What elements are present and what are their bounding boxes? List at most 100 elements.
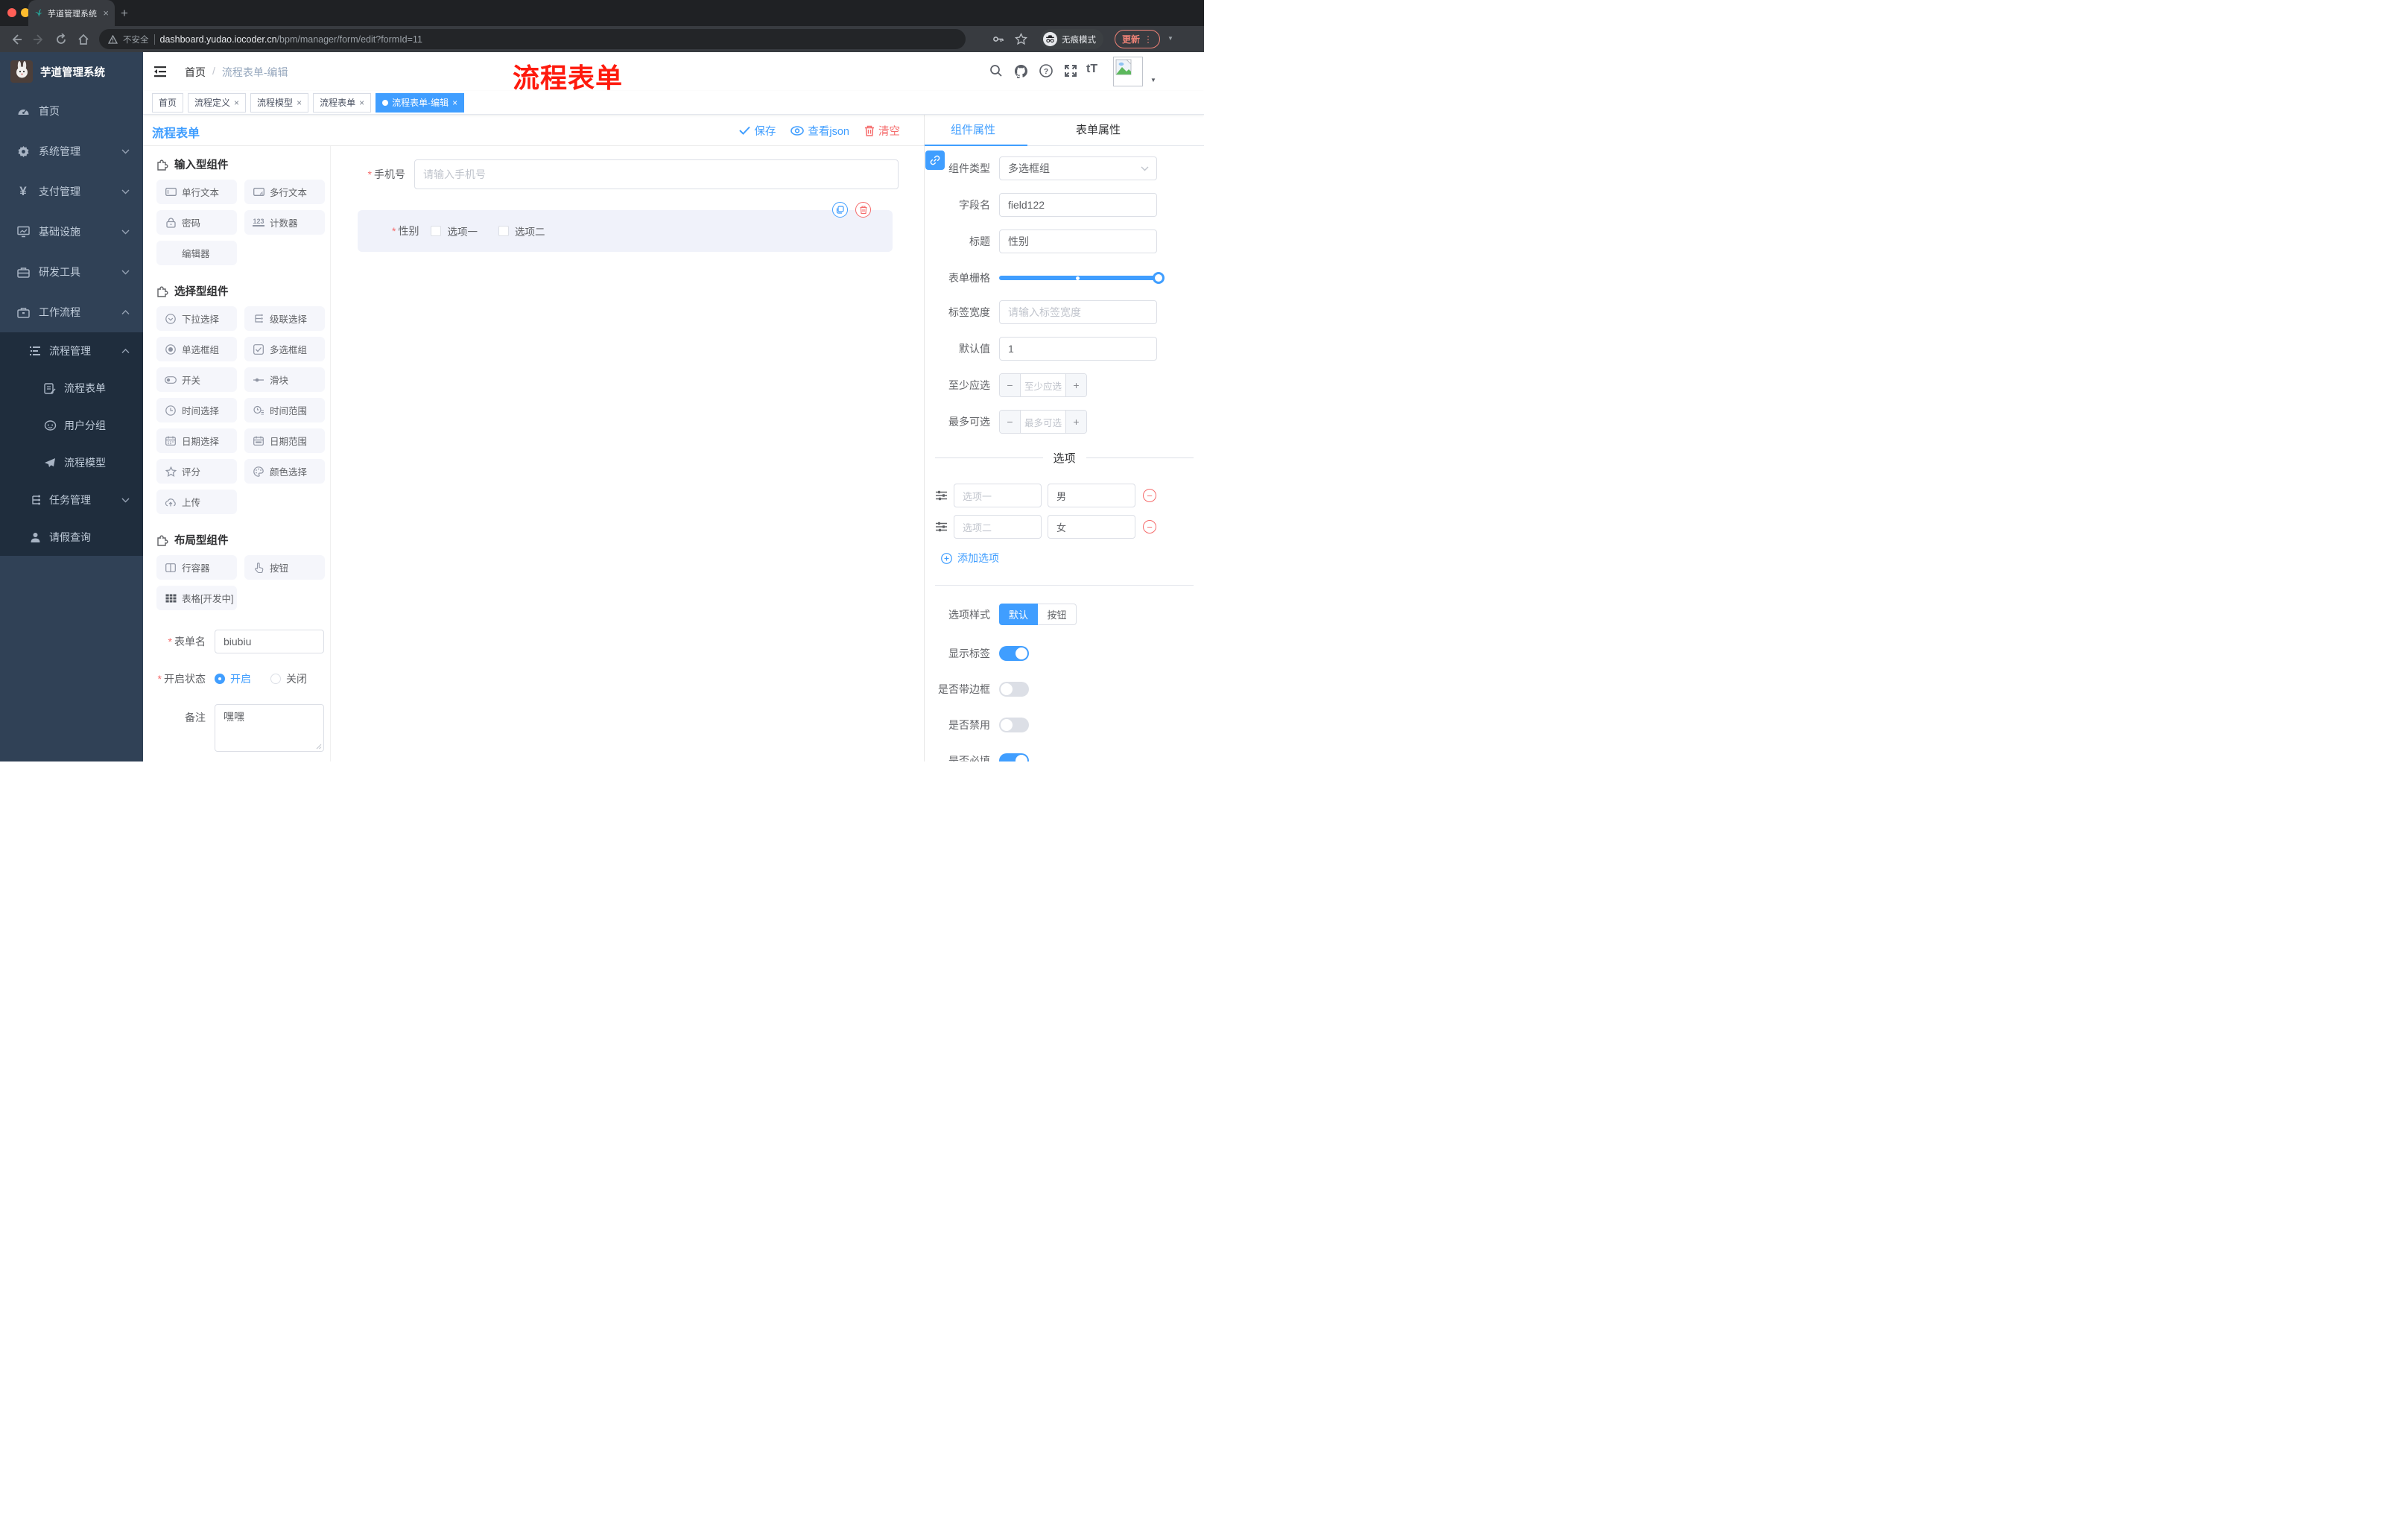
bookmark-star-icon[interactable] [1015,33,1027,45]
gender-option-2[interactable]: 选项二 [498,224,545,238]
password-key-icon[interactable] [992,34,1004,45]
address-bar[interactable]: 不安全 dashboard.yudao.iocoder.cn/bpm/manag… [99,29,966,49]
stepper-increase-button[interactable]: + [1066,374,1086,396]
palette-item-rate[interactable]: 评分 [156,459,237,484]
delete-field-button[interactable] [855,202,871,218]
option-name-input-1[interactable]: 选项一 [954,484,1042,507]
reload-icon[interactable] [55,33,67,45]
home-icon[interactable] [77,34,89,45]
stepper-increase-button[interactable]: + [1066,411,1086,433]
slider-handle[interactable] [1153,272,1165,284]
avatar-caret-icon[interactable]: ▼ [1150,77,1156,83]
search-icon[interactable] [989,64,1003,77]
sidebar-item-workflow[interactable]: 工作流程 [0,292,143,332]
add-option-button[interactable]: 添加选项 [941,551,1204,566]
disabled-toggle[interactable] [999,718,1029,732]
sidebar-collapse-icon[interactable] [153,64,168,79]
view-json-button[interactable]: 查看json [790,123,849,139]
stepper-decrease-button[interactable]: − [1000,411,1020,433]
phone-input[interactable]: 请输入手机号 [414,159,899,189]
sidebar-item-home[interactable]: 首页 [0,91,143,131]
stepper-decrease-button[interactable]: − [1000,374,1020,396]
tab-close-icon[interactable]: × [103,7,109,19]
border-toggle[interactable] [999,682,1029,697]
back-icon[interactable] [10,34,22,45]
default-value-input[interactable]: 1 [999,337,1157,361]
sidebar-item-system[interactable]: 系统管理 [0,131,143,171]
min-select-input[interactable]: 至少应选 [1020,374,1066,396]
app-logo-row[interactable]: 芋道管理系统 [0,52,143,91]
browser-update-button[interactable]: 更新 ⋮ [1115,30,1160,48]
font-size-icon[interactable]: tT [1086,63,1097,76]
sidebar-item-leave-query[interactable]: 请假查询 [0,519,143,556]
tab-component-props[interactable]: 组件属性 [925,115,1021,145]
resize-handle-icon[interactable] [316,744,322,750]
component-type-select[interactable]: 多选框组 [999,156,1157,180]
sidebar-item-process-model[interactable]: 流程模型 [0,444,143,481]
drag-handle-icon[interactable] [935,490,948,501]
forward-icon[interactable] [33,34,45,45]
tag-close-icon[interactable]: × [297,98,302,108]
option-value-input-2[interactable]: 女 [1048,515,1135,539]
label-width-input[interactable]: 请输入标签宽度 [999,300,1157,324]
palette-item-date-range[interactable]: 日期范围 [244,428,325,453]
checkbox-icon[interactable] [431,226,442,236]
palette-item-color-picker[interactable]: 颜色选择 [244,459,325,484]
sidebar-item-devtools[interactable]: 研发工具 [0,252,143,292]
palette-item-cascader[interactable]: 级联选择 [244,306,325,331]
tag-process-definition[interactable]: 流程定义 × [188,92,247,113]
sidebar-item-infra[interactable]: 基础设施 [0,212,143,252]
remove-option-button[interactable]: − [1143,489,1156,502]
sidebar-item-task-mgmt[interactable]: 任务管理 [0,481,143,519]
gender-option-1[interactable]: 选项一 [431,224,478,238]
show-label-toggle[interactable] [999,646,1029,661]
palette-item-editor[interactable]: 编辑器 [156,241,237,265]
palette-item-table[interactable]: 表格[开发中] [156,586,237,610]
palette-item-counter[interactable]: 123 计数器 [244,210,325,235]
palette-item-checkbox-group[interactable]: 多选框组 [244,337,325,361]
form-grid-slider[interactable] [999,266,1165,290]
palette-item-date-picker[interactable]: 日期选择 [156,428,237,453]
browser-tab[interactable]: 芋道管理系统 × [28,0,115,26]
palette-item-password[interactable]: 密码 [156,210,237,235]
github-icon[interactable] [1014,64,1028,78]
remark-textarea[interactable]: 嘿嘿 [215,704,324,752]
fullscreen-icon[interactable] [1064,64,1077,77]
option-name-input-2[interactable]: 选项二 [954,515,1042,539]
clear-button[interactable]: 清空 [864,123,900,139]
max-select-input[interactable]: 最多可选 [1020,411,1066,433]
tag-process-form-edit[interactable]: 流程表单-编辑 × [376,92,465,113]
palette-item-time-picker[interactable]: 时间选择 [156,398,237,422]
palette-item-multi-text[interactable]: 多行文本 [244,180,325,204]
toolbar-caret-icon[interactable]: ▼ [1167,35,1173,42]
sidebar-item-process-form[interactable]: 流程表单 [0,370,143,407]
field-name-input[interactable]: field122 [999,193,1157,217]
drag-handle-icon[interactable] [935,522,948,532]
help-icon[interactable]: ? [1039,64,1053,77]
checkbox-icon[interactable] [498,226,509,236]
sidebar-item-process-mgmt[interactable]: 流程管理 [0,332,143,370]
sidebar-item-payment[interactable]: ¥ 支付管理 [0,171,143,212]
status-radio-on[interactable]: 开启 [215,671,251,686]
palette-item-single-text[interactable]: 单行文本 [156,180,237,204]
required-toggle[interactable] [999,753,1029,762]
palette-item-switch[interactable]: 开关 [156,367,237,392]
new-tab-button[interactable]: + [121,6,128,21]
breadcrumb-home[interactable]: 首页 [185,65,206,80]
sidebar-item-user-group[interactable]: 用户分组 [0,407,143,444]
tag-home[interactable]: 首页 [152,92,184,113]
tag-process-form[interactable]: 流程表单 × [313,92,372,113]
remove-option-button[interactable]: − [1143,520,1156,533]
style-default-button[interactable]: 默认 [999,604,1038,625]
palette-item-upload[interactable]: 上传 [156,490,237,514]
palette-item-button[interactable]: 按钮 [244,555,325,580]
palette-item-row-container[interactable]: 行容器 [156,555,237,580]
palette-item-slider[interactable]: 滑块 [244,367,325,392]
traffic-close-button[interactable] [7,8,16,17]
palette-item-time-range[interactable]: 时间范围 [244,398,325,422]
status-radio-off[interactable]: 关闭 [270,671,307,686]
canvas-field-phone[interactable]: * 手机号 请输入手机号 [349,159,899,189]
tag-close-icon[interactable]: × [234,98,239,108]
title-input[interactable]: 性别 [999,229,1157,253]
tag-close-icon[interactable]: × [359,98,364,108]
